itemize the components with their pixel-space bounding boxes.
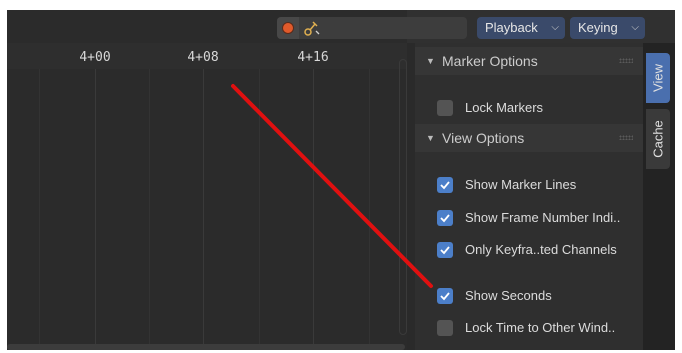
keying-menu-button[interactable]: Keying ⌵: [570, 17, 645, 39]
tick-label: 4+16: [297, 50, 329, 65]
record-circle-icon: [283, 23, 293, 33]
gridline: [203, 43, 204, 350]
record-controls: [277, 17, 467, 39]
keying-set-icon[interactable]: [303, 19, 321, 37]
checkbox-checked-icon[interactable]: [437, 210, 453, 226]
gridline: [95, 43, 96, 350]
checkbox-icon[interactable]: [437, 100, 453, 116]
checkbox-label: Show Marker Lines: [465, 177, 577, 192]
checkbox-checked-icon[interactable]: [437, 242, 453, 258]
checkbox-label: Only Keyfra..ted Channels: [465, 242, 617, 257]
tab-view[interactable]: View: [646, 53, 670, 103]
checkbox-checked-icon[interactable]: [437, 177, 453, 193]
horizontal-scrollbar[interactable]: [7, 344, 405, 350]
panel-title: Marker Options: [442, 53, 538, 69]
gridline: [149, 43, 150, 350]
tab-label: View: [650, 64, 666, 92]
drag-grip-icon[interactable]: [619, 58, 633, 63]
checkbox-label: Show Seconds: [465, 288, 552, 303]
editor-header: Playback ⌵ Keying ⌵: [7, 10, 675, 43]
timeline-area[interactable]: 4+00 4+08 4+16: [7, 43, 407, 350]
keying-label: Keying: [578, 20, 618, 35]
tab-label: Cache: [650, 120, 666, 158]
dopesheet-editor: Playback ⌵ Keying ⌵ 4+00 4+08 4+16 ▼ Mar…: [7, 10, 675, 350]
collapse-triangle-icon: ▼: [426, 56, 435, 66]
record-button[interactable]: [277, 17, 299, 39]
tick-label: 4+08: [187, 50, 219, 65]
gridline: [369, 43, 370, 350]
checkbox-label: Lock Time to Other Wind..: [465, 320, 616, 335]
checkbox-label: Lock Markers: [465, 100, 544, 115]
playback-label: Playback: [485, 20, 538, 35]
gridline: [39, 43, 40, 350]
panel-header-view-options[interactable]: ▼ View Options: [415, 124, 643, 152]
checkbox-icon[interactable]: [437, 320, 453, 336]
drag-grip-icon[interactable]: [619, 135, 633, 140]
playback-menu-button[interactable]: Playback ⌵: [477, 17, 565, 39]
tab-cache[interactable]: Cache: [646, 109, 670, 169]
checkbox-checked-icon[interactable]: [437, 288, 453, 304]
collapse-triangle-icon: ▼: [426, 133, 435, 143]
tick-label: 4+00: [79, 50, 111, 65]
chevron-down-icon: ⌵: [551, 22, 559, 33]
sidebar-tabs: View Cache: [643, 43, 675, 350]
panel-title: View Options: [442, 130, 525, 146]
panel-header-marker-options[interactable]: ▼ Marker Options: [415, 47, 643, 75]
gridline: [259, 43, 260, 350]
checkbox-label: Show Frame Number Indi..: [465, 210, 621, 225]
vertical-scrollbar[interactable]: [399, 59, 407, 335]
sidebar: ▼ Marker Options Lock Markers ▼ View Opt…: [415, 43, 643, 350]
time-ruler[interactable]: 4+00 4+08 4+16: [7, 43, 407, 69]
chevron-down-icon: ⌵: [631, 22, 639, 33]
gridline: [313, 43, 314, 350]
